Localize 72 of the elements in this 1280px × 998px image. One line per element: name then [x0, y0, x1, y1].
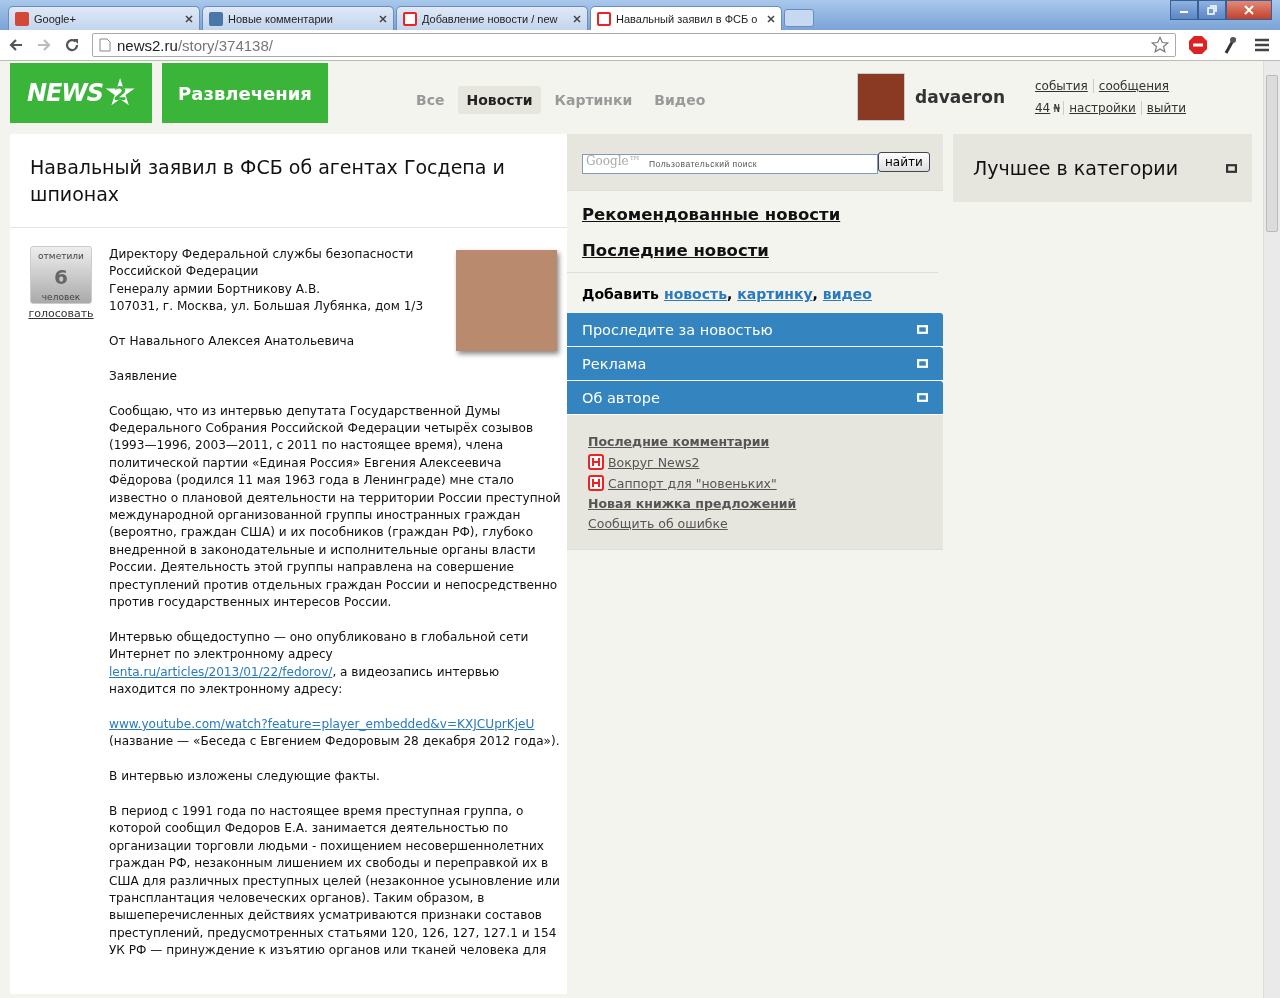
- tab-title: Навальный заявил в ФСБ о: [616, 12, 759, 25]
- tab-title: Google+: [34, 12, 77, 25]
- add-link[interactable]: видео: [822, 286, 872, 302]
- close-icon: [1244, 5, 1254, 15]
- search-button[interactable]: найти: [878, 152, 930, 172]
- add-link[interactable]: новость: [663, 286, 727, 302]
- scrollbar[interactable]: [1263, 61, 1280, 998]
- paragraph: Заявление: [109, 367, 178, 385]
- stop-sign-icon[interactable]: [1188, 35, 1208, 55]
- panel-header[interactable]: Реклама: [567, 347, 943, 381]
- article-link[interactable]: lenta.ru/articles/2013/01/22/fedorov/: [109, 664, 333, 679]
- vote-link[interactable]: голосовать: [28, 307, 94, 320]
- story-title: Навальный заявил в ФСБ об агентах Госдепа и шпионах: [10, 134, 567, 228]
- reload-icon[interactable]: [64, 37, 80, 53]
- close-icon[interactable]: [379, 14, 387, 23]
- minimize-button[interactable]: [1170, 0, 1198, 20]
- menu-link[interactable]: Новая книжка предложений: [588, 496, 797, 511]
- close-icon[interactable]: [185, 14, 193, 23]
- panel-title: Лучшее в категории: [973, 157, 1179, 179]
- separator-comma: ,: [812, 286, 818, 302]
- tab-title: Новые комментарии: [228, 12, 334, 25]
- paragraph: В интервью изложены следующие факты.: [109, 768, 381, 786]
- vote-counter[interactable]: отметили 6 человек: [30, 246, 92, 304]
- nav-tab[interactable]: Новости: [458, 86, 541, 114]
- paragraph: www.youtube.com/watch?feature=player_embedded&v=KXJCUprKjeU (название — «Беседа с Евгением Федоровым 28 декабря 2012 года»).: [109, 715, 561, 751]
- browser-tab[interactable]: Google+: [8, 6, 200, 30]
- scroll-thumb[interactable]: [1266, 75, 1278, 232]
- address-line: 107031, г. Москва, ул. Большая Лубянка, дом 1/3: [109, 298, 425, 316]
- paragraph: Сообщаю, что из интервью депутата Государственной Думы Федерального Собрания Российской Федерации четырёх созывов (1993—1996, 2003—2011, с 2011 по настоящее время), члена политической партии «Единая Россия» Евгения Алексеевича Фёдорова (родился 11 мая 1963 года в Ленинграде) мне стало известно о плановой деятельности на территории России преступной международной организованной группы иностранных граждан (вероятно, граждан США) и их пособников (граждан РФ), глубоко внедренной в законодательные и исполнительные органы власти России. Деятельность этой группы направлена на совершение преступлений против отдельных граждан России и непосредственно против государственных интересов России.: [109, 402, 561, 612]
- panel-header[interactable]: Проследите за новостью: [567, 313, 943, 347]
- tab-title: Добавление новости / new: [422, 12, 559, 25]
- menu-link[interactable]: Сообщить об ошибке: [588, 516, 728, 531]
- address-bar[interactable]: news2.ru/story/374138/: [92, 33, 1176, 57]
- user-link[interactable]: сообщения: [1092, 79, 1175, 93]
- search-brand: Google™: [586, 154, 641, 168]
- page-icon: [99, 38, 111, 52]
- menu-link[interactable]: Последние комментарии: [588, 434, 770, 449]
- address-line: Российской Федерации: [109, 263, 260, 281]
- username[interactable]: davaeron: [915, 87, 1005, 107]
- paragraph: Интервью общедоступно — оно опубликовано в глобальной сети Интернет по электронному адресу lenta.ru/articles/2013/01/22/fedorov/, а видеозапись интервью находится по электронному адресу:: [109, 628, 530, 699]
- address-line: Генералу армии Бортникову А.В.: [109, 280, 322, 298]
- close-icon[interactable]: [573, 14, 581, 23]
- separator-comma: ,: [727, 286, 733, 302]
- currency-sign: ₦: [1053, 101, 1061, 115]
- collapse-icon[interactable]: [1226, 163, 1237, 173]
- article-link[interactable]: www.youtube.com/watch?feature=player_embedded&v=KXJCUprKjeU: [109, 716, 535, 731]
- section-link[interactable]: Последние новости: [582, 241, 769, 260]
- paragraph: В период с 1991 года по настоящее время преступная группа, о которой сообщил Федоров Е.А. занимается деятельностью по организации торговли людьми - похищением несовершеннолетних граждан РФ, незаконным лишением их свободы и переправкой их в США для различных преступных целей (незаконное усыновление или трансплантация человеческих органов). Таким образом, в вышеперечисленных действиях усматриваются признаки составов преступлений, предусмотренных статьями 120, 126, 127, 127.1 и 154 УК РФ — принуждение к изъятию органов или тканей человека для: [109, 802, 561, 960]
- vote-caption: отметили: [38, 251, 84, 262]
- star-icon[interactable]: [1151, 36, 1169, 54]
- vote-caption: человек: [41, 292, 81, 303]
- browser-tab[interactable]: Навальный заявил в ФСБ о: [590, 6, 782, 30]
- back-icon[interactable]: [8, 37, 24, 53]
- user-link[interactable]: выйти: [1140, 101, 1191, 115]
- restore-icon: [1207, 5, 1217, 15]
- section-link[interactable]: Рекомендованные новости: [582, 205, 841, 224]
- menu-link[interactable]: Саппорт для "новеньких": [608, 475, 777, 491]
- vote-count: 6: [54, 265, 68, 289]
- browser-tab[interactable]: Новые комментарии: [202, 6, 394, 30]
- user-link[interactable]: события: [1035, 79, 1093, 93]
- avatar-picture[interactable]: [857, 73, 906, 121]
- close-window-button[interactable]: [1226, 0, 1272, 20]
- browser-tab[interactable]: Добавление новости / new: [396, 6, 588, 30]
- panel-header[interactable]: Об авторе: [567, 381, 943, 415]
- paragraph: От Навального Алексея Анатольевича: [109, 333, 356, 350]
- add-label: Добавить: [582, 286, 659, 302]
- add-link[interactable]: картинку: [737, 286, 813, 302]
- user-link[interactable]: настройки: [1063, 101, 1141, 115]
- menu-link[interactable]: Вокруг News2: [608, 454, 700, 470]
- maximize-button[interactable]: [1198, 0, 1226, 20]
- address-line: Директору Федеральной службы безопасности: [109, 246, 415, 263]
- close-icon[interactable]: [767, 14, 775, 23]
